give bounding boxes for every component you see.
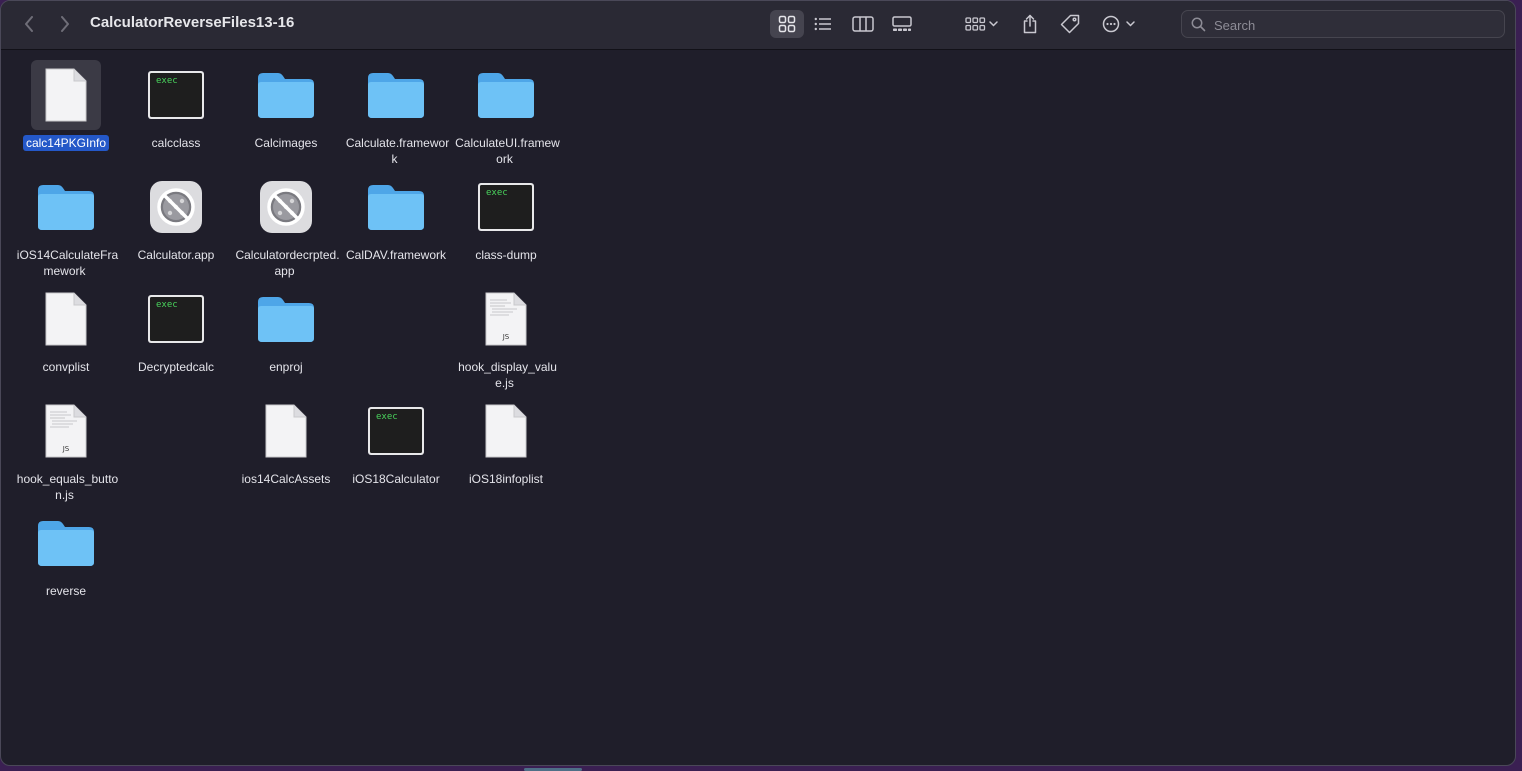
document-icon bbox=[471, 396, 541, 466]
list-icon bbox=[814, 17, 831, 31]
column-view-button[interactable] bbox=[848, 10, 878, 38]
finder-window: CalculatorReverseFiles13-16 calc bbox=[0, 0, 1516, 766]
exec-icon-text: exec bbox=[156, 300, 178, 310]
share-icon bbox=[1023, 14, 1037, 34]
tag-icon bbox=[1060, 14, 1080, 34]
file-name-label: iOS18infoplist bbox=[451, 471, 561, 487]
exec-icon-text: exec bbox=[156, 76, 178, 86]
search-field[interactable] bbox=[1181, 10, 1505, 38]
js-icon-text: JS bbox=[62, 445, 70, 453]
file-name-text: reverse bbox=[45, 584, 86, 598]
document-icon bbox=[31, 284, 101, 354]
file-item[interactable]: exec iOS18Calculator bbox=[341, 386, 451, 498]
file-name-text: Calcimages bbox=[254, 136, 318, 150]
file-name-text: class-dump bbox=[475, 248, 537, 262]
ellipsis-circle-icon bbox=[1102, 15, 1135, 33]
file-name-label: reverse bbox=[11, 583, 121, 599]
gallery-icon bbox=[892, 16, 912, 31]
file-item[interactable]: Calculate.framework bbox=[341, 50, 451, 166]
document-icon bbox=[31, 60, 101, 130]
back-button[interactable] bbox=[18, 12, 40, 36]
app-icon bbox=[251, 172, 321, 242]
file-item[interactable]: JS hook_equals_button.js bbox=[11, 386, 121, 502]
file-name-label: calcclass bbox=[121, 135, 231, 151]
more-actions-button[interactable] bbox=[1098, 10, 1140, 38]
file-item[interactable]: iOS18infoplist bbox=[451, 386, 561, 498]
executable-icon: exec bbox=[361, 396, 431, 466]
file-item[interactable]: iOS14CalculateFramework bbox=[11, 162, 121, 278]
chevron-right-icon bbox=[61, 16, 69, 32]
list-view-button[interactable] bbox=[809, 10, 837, 38]
file-name-label: CalDAV.framework bbox=[341, 247, 451, 263]
file-name-text: convplist bbox=[42, 360, 90, 374]
file-item[interactable]: exec calcclass bbox=[121, 50, 231, 162]
file-name-text: calc14PKGInfo bbox=[22, 135, 110, 151]
file-name-text: enproj bbox=[269, 360, 303, 374]
forward-button[interactable] bbox=[54, 12, 76, 36]
file-item[interactable]: convplist bbox=[11, 274, 121, 386]
tags-button[interactable] bbox=[1056, 10, 1084, 38]
folder-icon bbox=[361, 60, 431, 130]
executable-icon: exec bbox=[141, 60, 211, 130]
file-name-text: calcclass bbox=[151, 136, 201, 150]
file-name-text: ios14CalcAssets bbox=[241, 472, 331, 486]
file-name-label: class-dump bbox=[451, 247, 561, 263]
exec-icon-text: exec bbox=[486, 188, 508, 198]
file-name-text: CalDAV.framework bbox=[345, 248, 447, 262]
grid-icon bbox=[778, 15, 796, 33]
folder-icon bbox=[31, 508, 101, 578]
file-item[interactable]: Calculator.app bbox=[121, 162, 231, 274]
file-item[interactable]: calc14PKGInfo bbox=[11, 50, 121, 162]
document-icon bbox=[251, 396, 321, 466]
icon-view-button[interactable] bbox=[770, 10, 804, 38]
share-button[interactable] bbox=[1017, 10, 1043, 38]
executable-icon: exec bbox=[141, 284, 211, 354]
file-name-text: Decryptedcalc bbox=[137, 360, 215, 374]
file-item[interactable]: ios14CalcAssets bbox=[231, 386, 341, 498]
file-name-label: Decryptedcalc bbox=[121, 359, 231, 375]
columns-icon bbox=[852, 16, 874, 32]
folder-icon bbox=[251, 60, 321, 130]
toolbar: CalculatorReverseFiles13-16 bbox=[1, 1, 1515, 50]
file-item[interactable]: CalDAV.framework bbox=[341, 162, 451, 274]
javascript-file-icon: JS bbox=[31, 396, 101, 466]
file-item[interactable]: enproj bbox=[231, 274, 341, 386]
group-icon bbox=[965, 17, 998, 31]
file-name-label: convplist bbox=[11, 359, 121, 375]
file-name-label: iOS18Calculator bbox=[341, 471, 451, 487]
file-item[interactable]: Calcimages bbox=[231, 50, 341, 162]
folder-icon bbox=[251, 284, 321, 354]
file-item[interactable]: exec class-dump bbox=[451, 162, 561, 274]
folder-icon bbox=[471, 60, 541, 130]
file-name-text: Calculator.app bbox=[137, 248, 215, 262]
file-item[interactable]: CalculateUI.framework bbox=[451, 50, 561, 166]
file-name-text: iOS18infoplist bbox=[468, 472, 544, 486]
search-icon bbox=[1191, 17, 1206, 32]
gallery-view-button[interactable] bbox=[887, 10, 917, 38]
file-name-label: Calcimages bbox=[231, 135, 341, 151]
chevron-left-icon bbox=[25, 16, 33, 32]
file-name-label: Calculator.app bbox=[121, 247, 231, 263]
exec-icon-text: exec bbox=[376, 412, 398, 422]
executable-icon: exec bbox=[471, 172, 541, 242]
js-icon-text: JS bbox=[502, 333, 510, 341]
folder-icon bbox=[361, 172, 431, 242]
file-grid: calc14PKGInfo exec calcclass Calcimages Calc… bbox=[1, 50, 1515, 765]
file-name-label: ios14CalcAssets bbox=[231, 471, 341, 487]
folder-icon bbox=[31, 172, 101, 242]
file-name-label: calc14PKGInfo bbox=[11, 135, 121, 151]
javascript-file-icon: JS bbox=[471, 284, 541, 354]
file-name-label: enproj bbox=[231, 359, 341, 375]
group-by-button[interactable] bbox=[961, 10, 1003, 38]
search-input[interactable] bbox=[1212, 14, 1496, 36]
window-title: CalculatorReverseFiles13-16 bbox=[90, 14, 295, 31]
file-item[interactable]: reverse bbox=[11, 498, 121, 610]
app-icon bbox=[141, 172, 211, 242]
file-item[interactable]: JS hook_display_value.js bbox=[451, 274, 561, 390]
file-item[interactable]: Calculatordecrpted.app bbox=[231, 162, 341, 278]
file-item[interactable]: exec Decryptedcalc bbox=[121, 274, 231, 386]
file-name-text: iOS18Calculator bbox=[352, 472, 440, 486]
